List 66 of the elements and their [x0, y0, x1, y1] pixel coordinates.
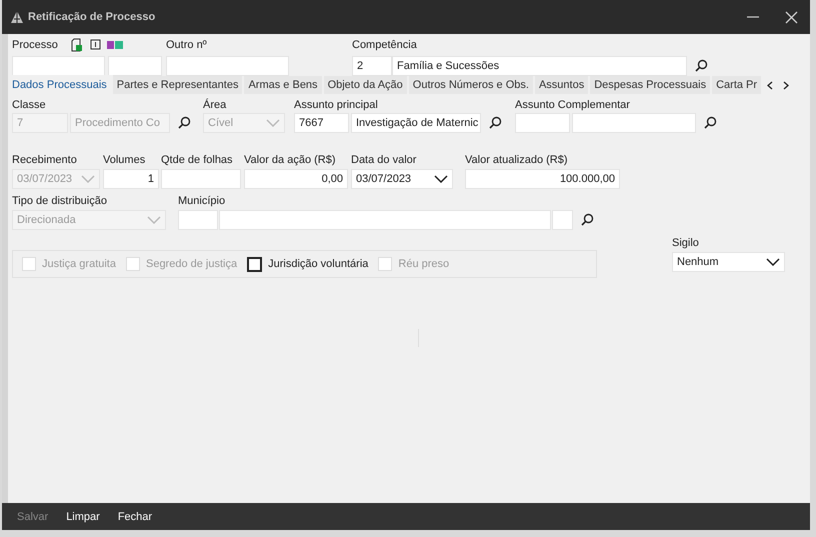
search-icon[interactable] [178, 116, 191, 128]
search-icon[interactable] [489, 116, 502, 128]
chevron-right-icon[interactable] [783, 80, 790, 90]
tab[interactable]: Outros Números e Obs. [408, 76, 535, 94]
chevron-down-icon [766, 258, 780, 266]
field-label: Recebimento [12, 153, 78, 167]
tab[interactable]: Assuntos [534, 76, 590, 94]
process-number-field[interactable] [12, 56, 106, 76]
tab[interactable]: Armas e Bens [244, 76, 324, 94]
chevron-left-icon[interactable] [767, 80, 774, 90]
complementary-code-field[interactable] [515, 113, 570, 133]
complementary-name-field[interactable] [572, 113, 696, 133]
document-icon[interactable] [70, 38, 84, 52]
field-label: Classe [12, 98, 47, 112]
subject-name-field[interactable]: Investigação de Maternic [351, 113, 481, 133]
checkbox-label: Jurisdição voluntária [268, 258, 368, 270]
volumes-field[interactable]: 1 [103, 169, 159, 189]
footer-button[interactable]: Limpar [66, 510, 100, 522]
field-label: Valor da ação (R$) [244, 153, 337, 167]
competence-name-field[interactable]: Família e Sucessões [392, 56, 687, 76]
competence-code-field[interactable]: 2 [352, 56, 392, 76]
field-label: Processo [12, 38, 58, 52]
chevron-down-icon [266, 119, 280, 127]
value-date-picker[interactable]: 03/07/2023 [351, 169, 453, 189]
field-label: Área [203, 98, 228, 112]
search-icon[interactable] [695, 58, 708, 72]
tab[interactable]: Despesas Processuais [590, 76, 712, 94]
municipality-name-field[interactable] [219, 210, 551, 230]
field-label: Tipo de distribuição [12, 194, 108, 208]
field-label: Sigilo [672, 236, 700, 250]
checkbox-label: Segredo de justiça [146, 258, 238, 270]
search-icon[interactable] [704, 116, 717, 128]
note-icon[interactable] [90, 39, 101, 51]
chevron-down-icon [434, 175, 448, 183]
field-label: Data do valor [351, 153, 418, 167]
field-label: Qtde de folhas [161, 153, 234, 167]
field-label: Assunto Complementar [515, 98, 631, 112]
tab[interactable]: Carta Pr [712, 76, 764, 94]
checkbox-label: Réu preso [398, 258, 450, 270]
tab[interactable]: Partes e Representantes [112, 76, 244, 94]
subject-code-field[interactable]: 7667 [294, 113, 349, 133]
footer-button[interactable]: Fechar [118, 510, 152, 522]
chevron-down-icon [147, 216, 161, 224]
tab[interactable]: Objeto da Ação [324, 76, 409, 94]
updated-value-field[interactable]: 100.000,00 [465, 169, 620, 189]
field-label: Município [178, 194, 226, 208]
process-suffix-field[interactable] [108, 56, 162, 76]
action-value-field[interactable]: 0,00 [244, 169, 348, 189]
municipality-code-field[interactable] [178, 210, 218, 230]
window-title: Retificação de Processo [28, 11, 156, 23]
close-icon[interactable] [785, 10, 798, 24]
checkbox[interactable] [247, 256, 262, 272]
field-label: Outro nº [166, 38, 208, 52]
field-label: Valor atualizado (R$) [465, 153, 569, 167]
other-number-field[interactable] [166, 56, 289, 76]
field-label: Volumes [103, 153, 146, 167]
checkbox-label: Justiça gratuita [42, 258, 116, 270]
chevron-down-icon [81, 175, 95, 183]
secrecy-select[interactable]: Nenhum [672, 252, 785, 272]
color-squares-icon [106, 41, 123, 49]
municipality-extra-field[interactable] [552, 210, 573, 230]
app-logo-icon [10, 10, 24, 24]
sheet-count-field[interactable] [161, 169, 241, 189]
search-icon[interactable] [581, 212, 594, 226]
field-label: Assunto principal [294, 98, 379, 112]
field-label: Competência [352, 38, 418, 52]
